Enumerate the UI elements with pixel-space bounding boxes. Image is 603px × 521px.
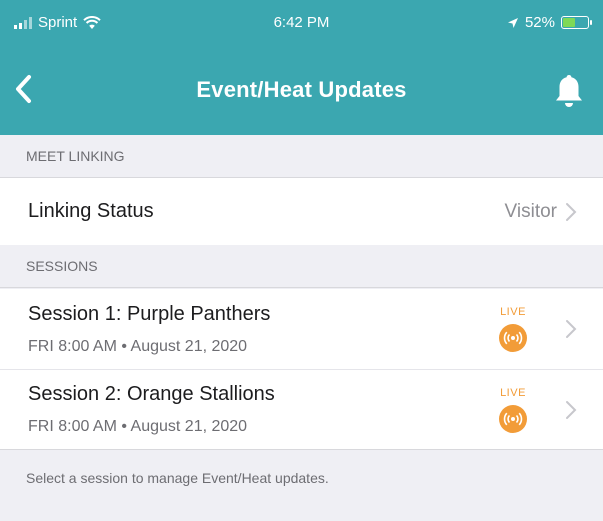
carrier-label: Sprint <box>38 14 78 31</box>
live-indicator: LIVE <box>483 306 543 352</box>
footer-hint: Select a session to manage Event/Heat up… <box>0 449 603 521</box>
session-name: Session 2: Orange Stallions <box>28 383 275 405</box>
live-label: LIVE <box>500 386 526 399</box>
nav-bar: Event/Heat Updates <box>0 45 603 135</box>
session-row-1[interactable]: Session 1: Purple Panthers FRI 8:00 AM •… <box>0 289 603 369</box>
linking-status-value: Visitor <box>504 200 557 222</box>
linking-status-row[interactable]: Linking Status Visitor <box>0 178 603 245</box>
session-row-2[interactable]: Session 2: Orange Stallions FRI 8:00 AM … <box>0 369 603 449</box>
back-button[interactable] <box>14 71 44 107</box>
location-arrow-icon <box>507 17 518 28</box>
battery-fill <box>563 18 576 27</box>
notifications-button[interactable] <box>551 71 587 111</box>
chevron-right-icon <box>566 320 577 338</box>
broadcast-icon <box>499 324 527 352</box>
wifi-icon <box>83 15 101 29</box>
session-text: Session 1: Purple Panthers FRI 8:00 AM •… <box>28 303 483 356</box>
chevron-right-icon <box>566 202 577 221</box>
battery-icon <box>561 16 592 29</box>
live-label: LIVE <box>500 306 526 318</box>
session-text: Session 2: Orange Stallions FRI 8:00 AM … <box>28 383 483 436</box>
signal-icon <box>14 16 32 29</box>
status-right: 52% <box>389 14 592 31</box>
session-meta: FRI 8:00 AM • August 21, 2020 <box>28 418 248 435</box>
chevron-left-icon <box>16 75 31 103</box>
broadcast-icon <box>499 404 527 433</box>
page-title: Event/Heat Updates <box>196 77 407 102</box>
section-header-meet-linking: MEET LINKING <box>0 135 603 178</box>
live-indicator: LIVE <box>483 387 543 433</box>
status-left: Sprint <box>14 14 214 31</box>
battery-percent: 52% <box>524 14 555 31</box>
bell-icon <box>556 75 582 107</box>
status-bar: Sprint 6:42 PM 52% <box>0 0 603 45</box>
session-name: Session 1: Purple Panthers <box>28 302 271 325</box>
chevron-right-icon <box>566 400 577 419</box>
linking-status-label: Linking Status <box>28 200 154 222</box>
session-meta: FRI 8:00 AM • August 21, 2020 <box>28 337 248 355</box>
status-time: 6:42 PM <box>273 14 330 31</box>
section-header-sessions: SESSIONS <box>0 245 603 288</box>
